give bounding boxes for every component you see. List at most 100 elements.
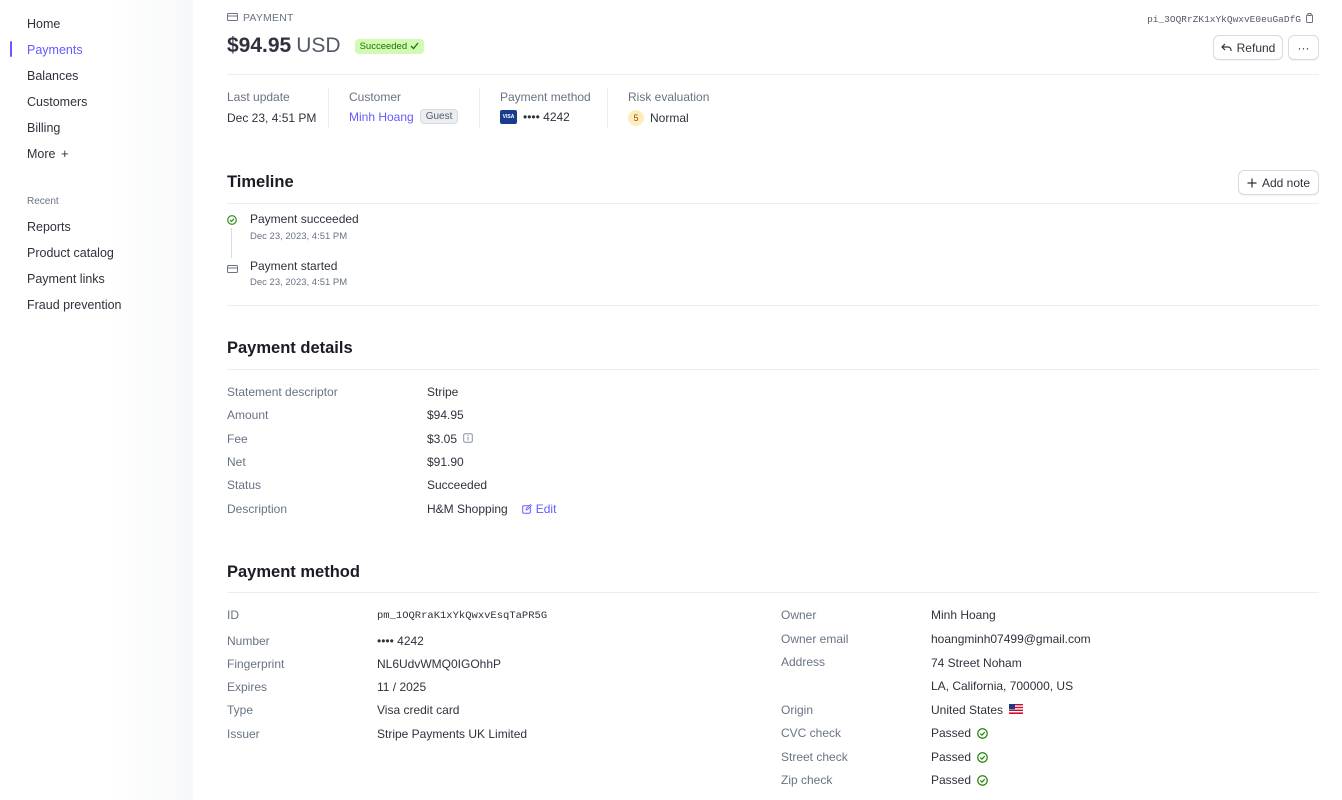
- fee-value-text: $3.05: [427, 432, 458, 446]
- visa-card-icon: VISA: [500, 110, 517, 124]
- more-actions-button[interactable]: ···: [1288, 35, 1319, 60]
- risk-evaluation-value[interactable]: 5 Normal: [628, 110, 689, 126]
- payment-details-divider: [227, 369, 1319, 370]
- sidebar-item-more[interactable]: More +: [27, 146, 69, 162]
- zip-check-text: Passed: [931, 773, 972, 787]
- description-value: H&M Shopping Edit: [427, 502, 556, 516]
- add-note-button[interactable]: Add note: [1238, 170, 1319, 195]
- payment-details-title: Payment details: [227, 339, 353, 357]
- payment-method-value: VISA •••• 4242: [500, 110, 570, 124]
- street-check-label: Street check: [781, 750, 848, 764]
- timeline-event-title: Payment succeeded: [250, 212, 359, 226]
- summary-divider: [328, 88, 329, 128]
- fingerprint-label: Fingerprint: [227, 657, 285, 671]
- description-value-text: H&M Shopping: [427, 502, 508, 516]
- recent-section-title: Recent: [27, 196, 59, 207]
- plus-icon: +: [60, 146, 69, 161]
- last-update-value: Dec 23, 4:51 PM: [227, 111, 317, 125]
- sidebar-item-customers[interactable]: Customers: [27, 94, 87, 110]
- timeline-title: Timeline: [227, 173, 294, 191]
- checkmark-icon: [410, 42, 419, 50]
- fee-value: $3.05: [427, 432, 473, 446]
- header-divider: [227, 74, 1319, 75]
- payment-method-label: Payment method: [500, 90, 591, 104]
- sidebar-item-billing[interactable]: Billing: [27, 120, 60, 136]
- issuer-value: Stripe Payments UK Limited: [377, 727, 528, 741]
- address-label: Address: [781, 655, 826, 669]
- cvc-check-value: Passed: [931, 726, 988, 740]
- customer-name-link[interactable]: Minh Hoang: [349, 110, 414, 124]
- active-indicator: [10, 41, 12, 57]
- guest-badge: Guest: [419, 109, 459, 124]
- issuer-label: Issuer: [227, 727, 260, 741]
- timeline-divider: [227, 203, 1319, 204]
- sidebar-item-more-label: More: [27, 147, 56, 161]
- type-value: Visa credit card: [377, 703, 460, 717]
- sidebar-item-balances[interactable]: Balances: [27, 68, 78, 84]
- risk-evaluation-text: Normal: [650, 111, 689, 125]
- add-note-button-label: Add note: [1261, 175, 1311, 190]
- plus-icon: [1247, 178, 1257, 187]
- page-type-text: PAYMENT: [243, 12, 294, 24]
- summary-divider: [479, 88, 480, 128]
- page-type-label: PAYMENT: [227, 12, 294, 24]
- description-label: Description: [227, 502, 288, 516]
- info-icon[interactable]: [463, 432, 473, 446]
- main-content: PAYMENT pi_3OQRrZK1xYkQwxvE0euGaDfG $94.…: [227, 0, 1319, 800]
- sidebar-item-fraud-prevention[interactable]: Fraud prevention: [27, 297, 122, 313]
- statement-descriptor-label: Statement descriptor: [227, 385, 338, 399]
- owner-email-label: Owner email: [781, 632, 849, 646]
- sidebar: Home Payments Balances Customers Billing…: [0, 0, 193, 800]
- status-label: Status: [227, 478, 262, 492]
- more-icon: ···: [1297, 40, 1310, 55]
- statement-descriptor-value: Stripe: [427, 385, 459, 399]
- copy-icon[interactable]: [1305, 13, 1314, 26]
- payment-card-icon: [227, 12, 238, 24]
- customer-label: Customer: [349, 90, 402, 104]
- timeline-event-time: Dec 23, 2023, 4:51 PM: [250, 277, 348, 288]
- sidebar-item-reports[interactable]: Reports: [27, 219, 71, 235]
- owner-email-value: hoangminh07499@gmail.com: [931, 632, 1091, 646]
- zip-check-value: Passed: [931, 773, 988, 787]
- address-line1: 74 Street Noham: [931, 656, 1022, 670]
- undo-icon: [1220, 43, 1232, 51]
- payment-method-card-number: •••• 4242: [523, 110, 570, 124]
- payment-method-divider: [227, 592, 1319, 593]
- owner-value: Minh Hoang: [931, 608, 996, 622]
- expires-value: 11 / 2025: [377, 680, 427, 694]
- origin-value-text: United States: [931, 703, 1004, 717]
- last-update-label: Last update: [227, 90, 290, 104]
- success-circle-icon: [227, 214, 237, 228]
- status-badge-label: Succeeded: [359, 40, 408, 52]
- check-circle-icon: [977, 774, 988, 786]
- street-check-text: Passed: [931, 750, 972, 764]
- fingerprint-link[interactable]: NL6UdvWMQ0IGOhhP: [377, 657, 501, 671]
- edit-description-button[interactable]: Edit: [521, 502, 557, 516]
- amount-label: Amount: [227, 408, 269, 422]
- fee-label: Fee: [227, 432, 248, 446]
- pm-id-value[interactable]: pm_1OQRraK1xYkQwxvEsqTaPR5G: [377, 610, 547, 622]
- status-value: Succeeded: [427, 478, 488, 492]
- timeline-event-time: Dec 23, 2023, 4:51 PM: [250, 231, 348, 242]
- type-label: Type: [227, 703, 254, 717]
- payment-method-title: Payment method: [227, 563, 360, 581]
- sidebar-item-product-catalog[interactable]: Product catalog: [27, 245, 114, 261]
- timeline-bottom-divider: [227, 305, 1319, 306]
- sidebar-item-payment-links[interactable]: Payment links: [27, 271, 105, 287]
- timeline-connector: [231, 228, 232, 258]
- payment-id[interactable]: pi_3OQRrZK1xYkQwxvE0euGaDfG: [1147, 13, 1314, 26]
- edit-label: Edit: [535, 502, 557, 516]
- payment-card-icon: [227, 262, 238, 276]
- zip-check-label: Zip check: [781, 773, 833, 787]
- origin-label: Origin: [781, 703, 814, 717]
- refund-button[interactable]: Refund: [1213, 35, 1283, 60]
- edit-icon: [521, 504, 532, 514]
- status-badge: Succeeded: [354, 38, 425, 54]
- sidebar-item-payments[interactable]: Payments: [27, 42, 83, 58]
- amount-row: $94.95 USD Succeeded: [227, 34, 425, 58]
- card-number-label: Number: [227, 634, 270, 648]
- pm-id-label: ID: [227, 608, 239, 622]
- sidebar-item-home[interactable]: Home: [27, 16, 60, 32]
- card-number-value: •••• 4242: [377, 634, 424, 648]
- payment-currency: USD: [296, 34, 341, 57]
